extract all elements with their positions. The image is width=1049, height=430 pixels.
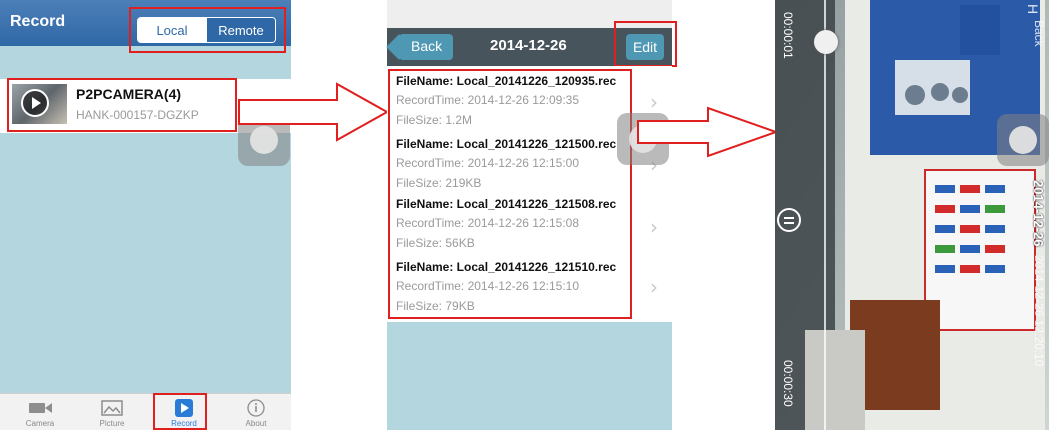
elapsed-time: 00:00:01 bbox=[781, 12, 795, 59]
info-icon bbox=[247, 399, 265, 417]
record-title: Record bbox=[10, 13, 66, 30]
tab-about-label: About bbox=[245, 419, 267, 428]
player-back-label[interactable]: Back bbox=[1032, 20, 1046, 47]
total-duration: 00:00:30 bbox=[781, 360, 795, 407]
record-screen: Record Local Remote P2PCAMERA(4) HANK-00… bbox=[0, 0, 291, 430]
camera-highlight-box bbox=[7, 78, 237, 132]
tab-camera[interactable]: Camera bbox=[10, 396, 70, 430]
video-camera-icon bbox=[29, 403, 52, 413]
file-list-title: 2014-12-26 bbox=[490, 37, 567, 54]
video-player-screen: 00:00:01 00:00:30 2014-12-26 2014-12-26 … bbox=[775, 0, 1049, 430]
arrow-right-icon bbox=[238, 82, 390, 142]
tab-picture[interactable]: Picture bbox=[82, 396, 142, 430]
timestamp-overlay: 2014-12-26 12:20:10 bbox=[1032, 255, 1046, 367]
segment-highlight-box bbox=[129, 7, 286, 53]
pause-icon[interactable] bbox=[777, 208, 801, 232]
playback-date: 2014-12-26 bbox=[1031, 180, 1046, 247]
hd-label: H bbox=[1025, 4, 1041, 15]
back-button-label[interactable]: Back bbox=[411, 38, 442, 54]
assistive-touch-button[interactable] bbox=[997, 114, 1049, 166]
arrow-right-icon bbox=[637, 106, 780, 158]
chevron-right-icon: › bbox=[650, 215, 658, 239]
tab-about[interactable]: About bbox=[226, 396, 286, 430]
picture-icon bbox=[101, 400, 123, 416]
seek-track[interactable] bbox=[824, 0, 826, 430]
file-list-highlight-box bbox=[388, 69, 632, 319]
seek-thumb[interactable] bbox=[814, 30, 838, 54]
record-tab-highlight-box bbox=[153, 393, 207, 430]
tab-camera-label: Camera bbox=[25, 419, 55, 428]
tab-picture-label: Picture bbox=[99, 419, 125, 428]
edit-highlight-box bbox=[614, 21, 677, 67]
video-frame bbox=[775, 0, 1049, 430]
chevron-right-icon: › bbox=[650, 275, 658, 299]
